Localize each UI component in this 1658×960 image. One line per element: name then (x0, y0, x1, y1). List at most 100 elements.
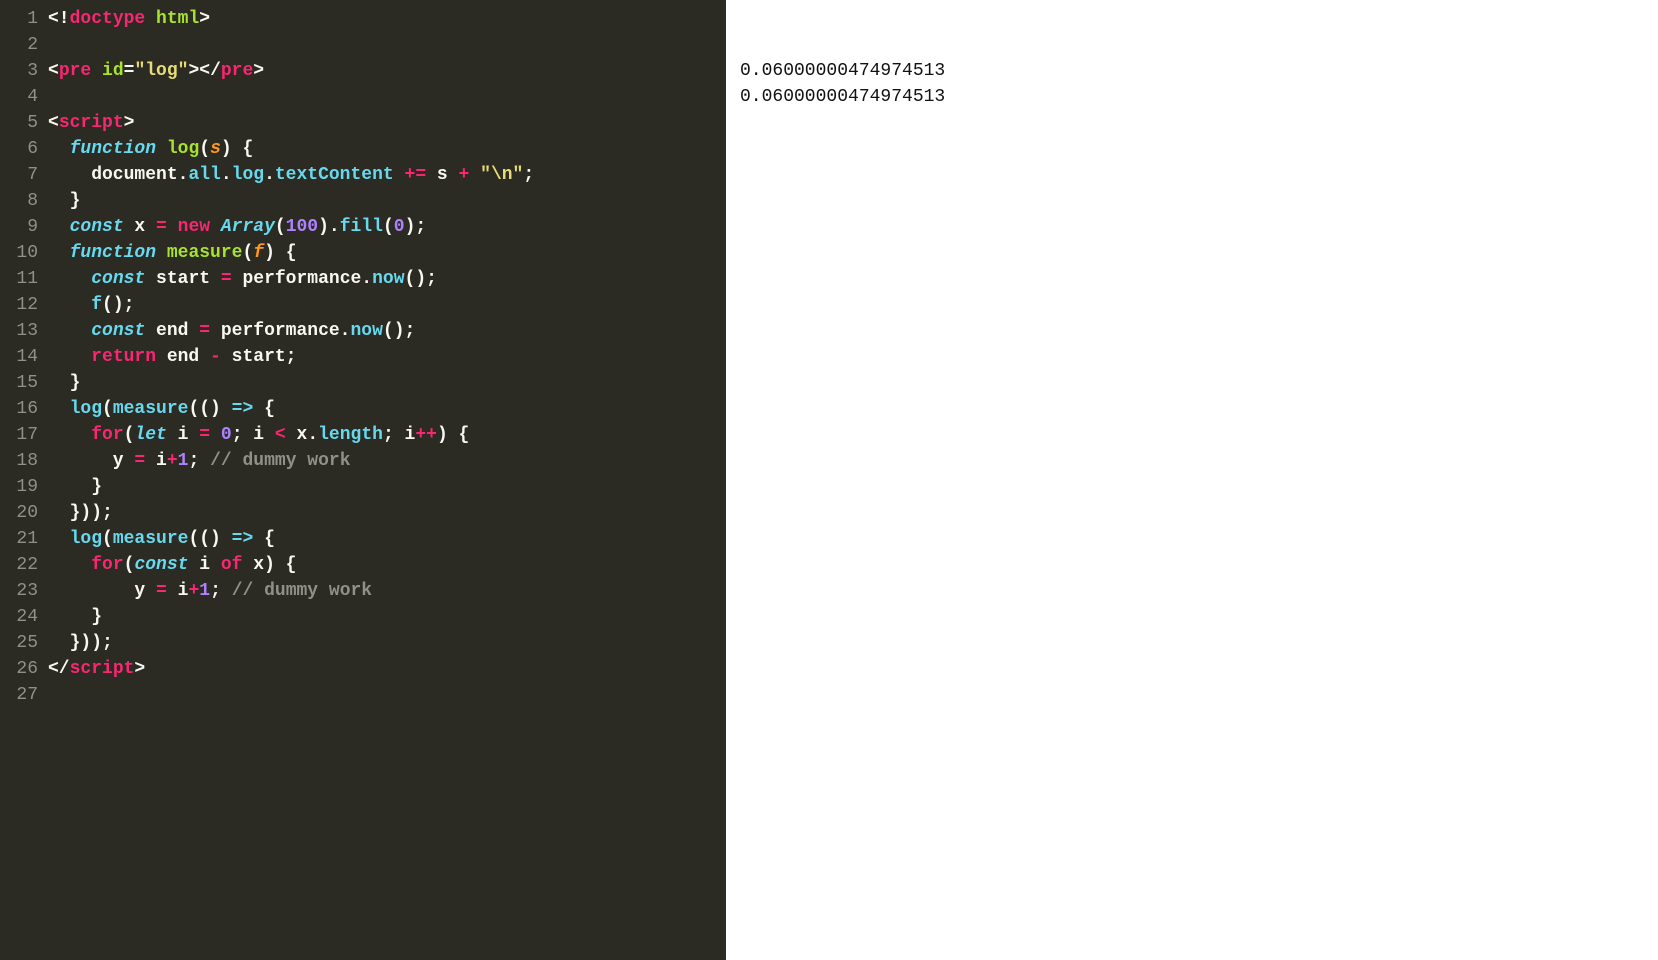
code-line[interactable]: 15 } (0, 370, 726, 396)
code-line[interactable]: 20 })); (0, 500, 726, 526)
code-token (48, 529, 70, 549)
code-token: i (167, 581, 189, 601)
code-token (48, 347, 91, 367)
line-number: 11 (0, 266, 48, 292)
code-token: const (91, 321, 145, 341)
code-line[interactable]: 10 function measure(f) { (0, 240, 726, 266)
code-token (167, 217, 178, 237)
code-line[interactable]: 11 const start = performance.now(); (0, 266, 726, 292)
line-number: 1 (0, 6, 48, 32)
line-number: 23 (0, 578, 48, 604)
code-token: => (232, 399, 254, 419)
code-line[interactable]: 25 })); (0, 630, 726, 656)
code-content[interactable]: })); (48, 630, 726, 656)
code-token: { (253, 399, 275, 419)
code-token: (() (188, 399, 231, 419)
code-token: = (134, 451, 145, 471)
code-token: pre (221, 61, 253, 81)
code-token: 1 (199, 581, 210, 601)
code-line[interactable]: 17 for(let i = 0; i < x.length; i++) { (0, 422, 726, 448)
code-line[interactable]: 16 log(measure(() => { (0, 396, 726, 422)
code-line[interactable]: 24 } (0, 604, 726, 630)
code-content[interactable]: document.all.log.textContent += s + "\n"… (48, 162, 726, 188)
code-content[interactable]: for(const i of x) { (48, 552, 726, 578)
code-token: ( (124, 555, 135, 575)
code-token: function (70, 139, 156, 159)
code-content[interactable]: })); (48, 500, 726, 526)
code-token: start (145, 269, 221, 289)
code-content[interactable]: y = i+1; // dummy work (48, 448, 726, 474)
code-content[interactable] (48, 32, 726, 58)
code-token (91, 61, 102, 81)
code-content[interactable]: } (48, 370, 726, 396)
code-content[interactable]: </script> (48, 656, 726, 682)
code-content[interactable]: } (48, 474, 726, 500)
code-token: log (70, 399, 102, 419)
code-token: f (91, 295, 102, 315)
code-line[interactable]: 14 return end - start; (0, 344, 726, 370)
code-token: (); (102, 295, 134, 315)
code-line[interactable]: 1<!doctype html> (0, 6, 726, 32)
code-token: ( (102, 399, 113, 419)
code-content[interactable] (48, 84, 726, 110)
code-content[interactable]: return end - start; (48, 344, 726, 370)
code-line[interactable]: 21 log(measure(() => { (0, 526, 726, 552)
code-token: < (48, 113, 59, 133)
code-line[interactable]: 7 document.all.log.textContent += s + "\… (0, 162, 726, 188)
code-token: s (210, 139, 221, 159)
code-content[interactable]: const start = performance.now(); (48, 266, 726, 292)
code-content[interactable]: } (48, 188, 726, 214)
code-token: < (48, 61, 59, 81)
code-line[interactable]: 5<script> (0, 110, 726, 136)
code-content[interactable]: const x = new Array(100).fill(0); (48, 214, 726, 240)
code-line[interactable]: 19 } (0, 474, 726, 500)
code-editor-pane[interactable]: 1<!doctype html>2 3<pre id="log"></pre>4… (0, 0, 726, 960)
code-line[interactable]: 18 y = i+1; // dummy work (0, 448, 726, 474)
code-token: of (221, 555, 243, 575)
code-line[interactable]: 2 (0, 32, 726, 58)
code-content[interactable]: <!doctype html> (48, 6, 726, 32)
code-line[interactable]: 12 f(); (0, 292, 726, 318)
code-line[interactable]: 27 (0, 682, 726, 708)
code-content[interactable]: <script> (48, 110, 726, 136)
code-content[interactable]: } (48, 604, 726, 630)
code-token (48, 399, 70, 419)
code-line[interactable]: 6 function log(s) { (0, 136, 726, 162)
code-token: </ (48, 659, 70, 679)
code-line[interactable]: 9 const x = new Array(100).fill(0); (0, 214, 726, 240)
code-token (48, 139, 70, 159)
line-number: 21 (0, 526, 48, 552)
code-content[interactable]: const end = performance.now(); (48, 318, 726, 344)
code-line[interactable]: 22 for(const i of x) { (0, 552, 726, 578)
line-number: 2 (0, 32, 48, 58)
code-token: 1 (178, 451, 189, 471)
code-content[interactable] (48, 682, 726, 708)
code-content[interactable]: function measure(f) { (48, 240, 726, 266)
code-token: performance. (210, 321, 350, 341)
code-content[interactable]: log(measure(() => { (48, 396, 726, 422)
code-token: log (70, 529, 102, 549)
code-content[interactable]: <pre id="log"></pre> (48, 58, 726, 84)
code-token (210, 425, 221, 445)
code-content[interactable]: y = i+1; // dummy work (48, 578, 726, 604)
code-line[interactable]: 13 const end = performance.now(); (0, 318, 726, 344)
code-content[interactable]: for(let i = 0; i < x.length; i++) { (48, 422, 726, 448)
code-line[interactable]: 8 } (0, 188, 726, 214)
code-content[interactable]: function log(s) { (48, 136, 726, 162)
code-token (48, 243, 70, 263)
code-token: - (210, 347, 221, 367)
code-line[interactable]: 26</script> (0, 656, 726, 682)
code-token (48, 555, 91, 575)
code-content[interactable]: log(measure(() => { (48, 526, 726, 552)
code-token: Array (221, 217, 275, 237)
line-number: 14 (0, 344, 48, 370)
code-line[interactable]: 3<pre id="log"></pre> (0, 58, 726, 84)
code-token: performance. (232, 269, 372, 289)
code-content[interactable]: f(); (48, 292, 726, 318)
line-number: 7 (0, 162, 48, 188)
code-token: 0 (221, 425, 232, 445)
code-line[interactable]: 4 (0, 84, 726, 110)
code-token: })); (48, 503, 113, 523)
code-line[interactable]: 23 y = i+1; // dummy work (0, 578, 726, 604)
code-token: ( (383, 217, 394, 237)
